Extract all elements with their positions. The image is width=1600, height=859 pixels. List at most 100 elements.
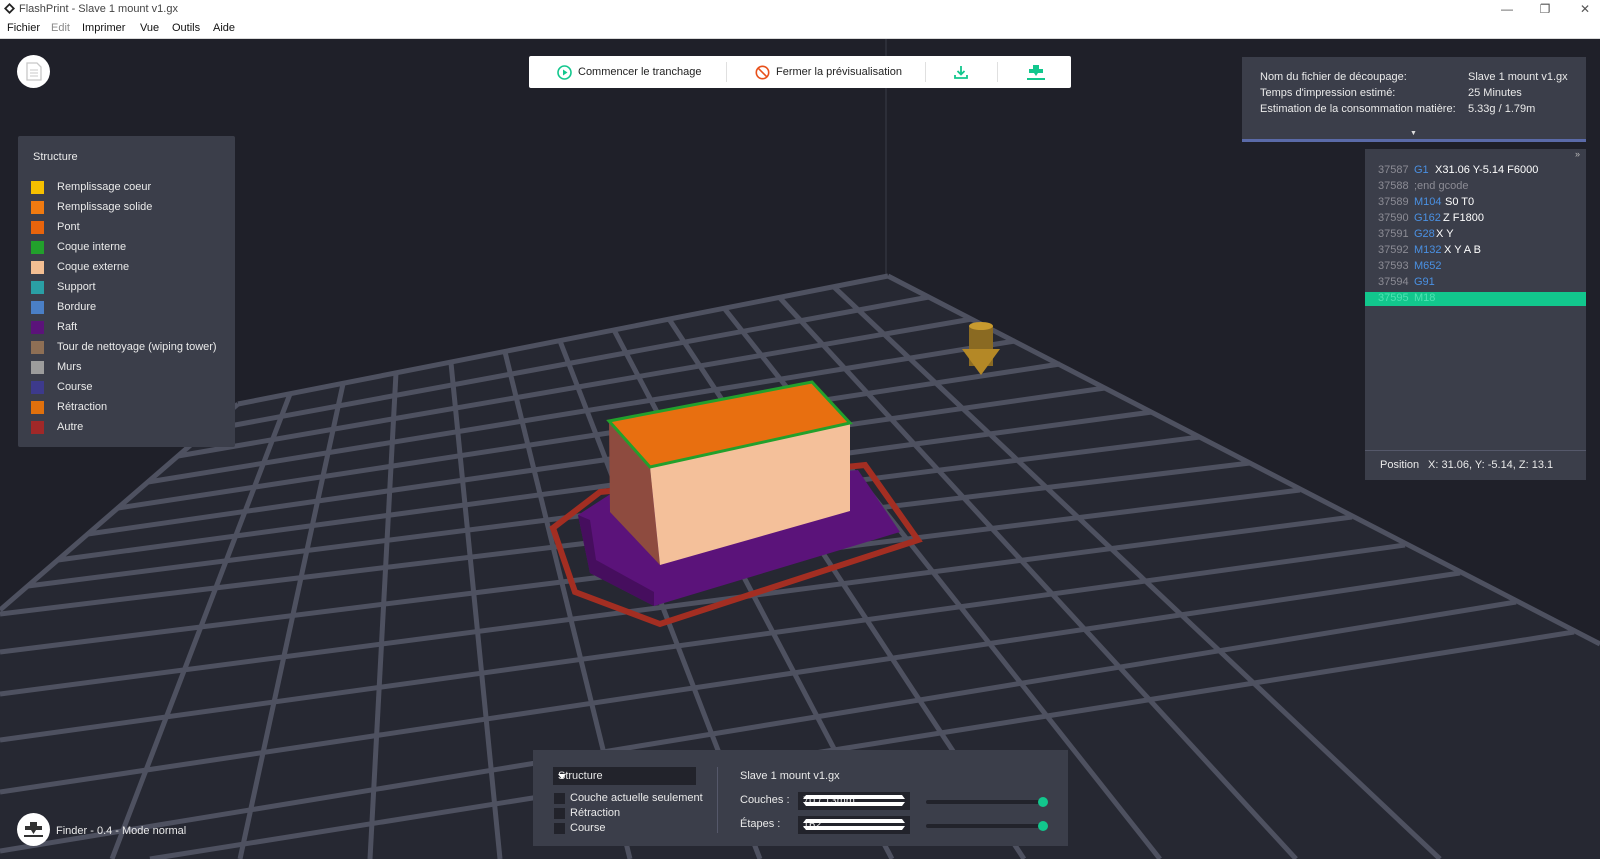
legend-label: Rétraction <box>57 401 108 413</box>
layers-slider-track[interactable] <box>926 800 1041 804</box>
start-slicing-button[interactable]: Commencer le tranchage <box>557 56 702 88</box>
legend-swatch <box>31 380 44 394</box>
gcode-command: G28 <box>1414 228 1435 240</box>
menu-bar: Fichier Edit Imprimer Vue Outils Aide <box>0 18 1600 39</box>
document-icon <box>26 62 42 81</box>
gcode-line-number: 37595 <box>1378 292 1409 304</box>
spin-down-icon[interactable] <box>803 826 905 830</box>
menu-fichier[interactable]: Fichier <box>7 22 40 34</box>
position-label: Position <box>1380 459 1420 471</box>
gcode-command: M652 <box>1414 260 1442 272</box>
checkbox-box[interactable] <box>554 807 565 819</box>
legend-swatch <box>31 220 44 234</box>
legend-label: Autre <box>57 421 84 433</box>
legend-swatch <box>31 420 44 434</box>
checkbox-box[interactable] <box>554 792 565 804</box>
gcode-line[interactable]: 37588 ;end gcode <box>1365 180 1586 194</box>
retraction-checkbox[interactable]: Rétraction <box>554 807 620 819</box>
gcode-args: X Y A B <box>1444 244 1481 256</box>
spin-up-icon[interactable] <box>803 795 905 799</box>
gcode-command: G91 <box>1414 276 1435 288</box>
legend-label: Course <box>57 381 93 393</box>
legend-swatch <box>31 320 44 334</box>
start-slicing-label: Commencer le tranchage <box>578 66 702 78</box>
gcode-line-number: 37593 <box>1378 260 1409 272</box>
build-plate-scene[interactable] <box>0 39 1600 859</box>
collapse-caret-icon[interactable]: ▼ <box>1410 130 1417 137</box>
gcode-command: G162 <box>1414 212 1441 224</box>
menu-vue[interactable]: Vue <box>140 22 159 34</box>
legend-swatch <box>31 340 44 354</box>
close-preview-label: Fermer la prévisualisation <box>776 66 902 78</box>
print-button[interactable] <box>1026 56 1046 88</box>
chevron-down-icon <box>558 774 566 779</box>
view-mode-select[interactable]: Structure <box>553 767 696 785</box>
maximize-button[interactable]: ❐ <box>1530 1 1560 17</box>
gcode-line[interactable]: 37587 G1 X31.06 Y-5.14 F6000 <box>1365 164 1586 178</box>
layers-spinbox[interactable]: 70 / 13mm <box>798 792 910 810</box>
close-preview-button[interactable]: Fermer la prévisualisation <box>755 56 902 88</box>
download-icon <box>954 66 968 79</box>
gcode-line-number: 37587 <box>1378 164 1409 176</box>
travel-checkbox[interactable]: Course <box>554 822 605 834</box>
position-value: X: 31.06, Y: -5.14, Z: 13.1 <box>1428 459 1554 471</box>
prohibited-icon <box>755 65 770 79</box>
legend-swatch <box>31 200 44 214</box>
menu-imprimer[interactable]: Imprimer <box>82 22 125 34</box>
gcode-line[interactable]: 37593 M652 <box>1365 260 1586 274</box>
legend-swatch <box>31 280 44 294</box>
close-window-button[interactable]: ✕ <box>1570 1 1600 17</box>
gcode-line-number: 37592 <box>1378 244 1409 256</box>
expand-panel-icon[interactable]: » <box>1575 149 1580 159</box>
legend-header: Structure <box>33 151 78 163</box>
menu-aide[interactable]: Aide <box>213 22 235 34</box>
legend-item: Course <box>31 380 92 394</box>
structure-legend: Structure Remplissage coeur Remplissage … <box>18 136 235 447</box>
info-value: 5.33g / 1.79m <box>1468 103 1536 115</box>
spin-up-icon[interactable] <box>803 819 905 823</box>
checkbox-label: Couche actuelle seulement <box>570 792 703 804</box>
gcode-line-current[interactable]: 37595 M18 <box>1365 292 1586 306</box>
toolbar-divider <box>726 62 727 82</box>
gcode-line[interactable]: 37590 G162 Z F1800 <box>1365 212 1586 226</box>
checkbox-box[interactable] <box>554 822 565 834</box>
gcode-args: Z F1800 <box>1443 212 1484 224</box>
gcode-line[interactable]: 37592 M132 X Y A B <box>1365 244 1586 258</box>
menu-outils[interactable]: Outils <box>172 22 200 34</box>
steps-spinbox[interactable]: 162 <box>798 816 910 834</box>
steps-slider-track[interactable] <box>926 824 1041 828</box>
export-button[interactable] <box>953 56 969 88</box>
legend-item: Raft <box>31 320 77 334</box>
machine-status-button[interactable] <box>17 813 50 846</box>
gcode-args: X Y <box>1436 228 1454 240</box>
gcode-line[interactable]: 37591 G28 X Y <box>1365 228 1586 242</box>
steps-label: Étapes : <box>740 818 781 830</box>
spin-down-icon[interactable] <box>803 802 905 806</box>
legend-item: Rétraction <box>31 400 107 414</box>
minimize-button[interactable]: — <box>1492 1 1522 17</box>
layers-slider-handle[interactable] <box>1038 797 1048 807</box>
gcode-line-number: 37591 <box>1378 228 1409 240</box>
panel-divider <box>717 767 718 833</box>
legend-swatch <box>31 400 44 414</box>
steps-slider-handle[interactable] <box>1038 821 1048 831</box>
legend-item: Murs <box>31 360 81 374</box>
legend-label: Remplissage solide <box>57 201 153 213</box>
gcode-line[interactable]: 37589 M104 S0 T0 <box>1365 196 1586 210</box>
current-layer-only-checkbox[interactable]: Couche actuelle seulement <box>554 792 703 804</box>
flashprint-logo-icon <box>4 3 15 14</box>
file-info-button[interactable] <box>17 55 50 88</box>
legend-label: Pont <box>57 221 80 233</box>
gcode-line[interactable]: 37594 G91 <box>1365 276 1586 290</box>
info-key: Nom du fichier de découpage: <box>1260 71 1407 83</box>
position-divider <box>1365 450 1586 451</box>
info-key: Temps d'impression estimé: <box>1260 87 1396 99</box>
menu-edit[interactable]: Edit <box>51 22 70 34</box>
legend-label: Coque externe <box>57 261 130 273</box>
preview-viewport[interactable] <box>0 39 1600 859</box>
legend-label: Murs <box>57 361 82 373</box>
gcode-command: M104 <box>1414 196 1442 208</box>
gcode-comment: ;end gcode <box>1414 180 1469 192</box>
legend-label: Coque interne <box>57 241 127 253</box>
window-titlebar: FlashPrint - Slave 1 mount v1.gx — ❐ ✕ <box>0 0 1600 18</box>
